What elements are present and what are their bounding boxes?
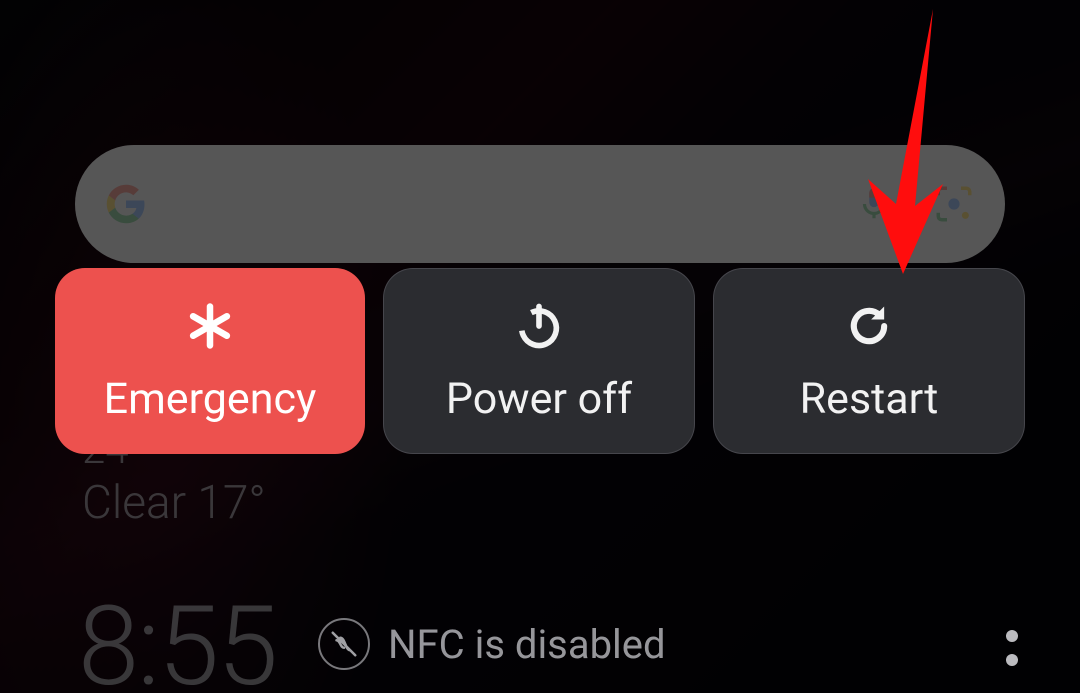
power-menu: Emergency Power off Restart — [55, 268, 1025, 454]
emergency-label: Emergency — [104, 374, 317, 424]
restart-icon — [841, 298, 897, 354]
overflow-menu-button[interactable] — [992, 618, 1032, 678]
dot-icon — [1006, 654, 1018, 666]
nfc-status-label: NFC is disabled — [388, 621, 666, 668]
power-off-button[interactable]: Power off — [383, 268, 695, 454]
restart-label: Restart — [800, 374, 939, 424]
power-icon — [511, 298, 567, 354]
asterisk-icon — [182, 298, 238, 354]
restart-button[interactable]: Restart — [713, 268, 1025, 454]
nfc-status-pill[interactable]: NFC is disabled — [318, 618, 666, 670]
dot-icon — [1006, 630, 1018, 642]
nfc-disabled-icon — [318, 618, 370, 670]
emergency-button[interactable]: Emergency — [55, 268, 365, 454]
power-off-label: Power off — [446, 374, 632, 424]
